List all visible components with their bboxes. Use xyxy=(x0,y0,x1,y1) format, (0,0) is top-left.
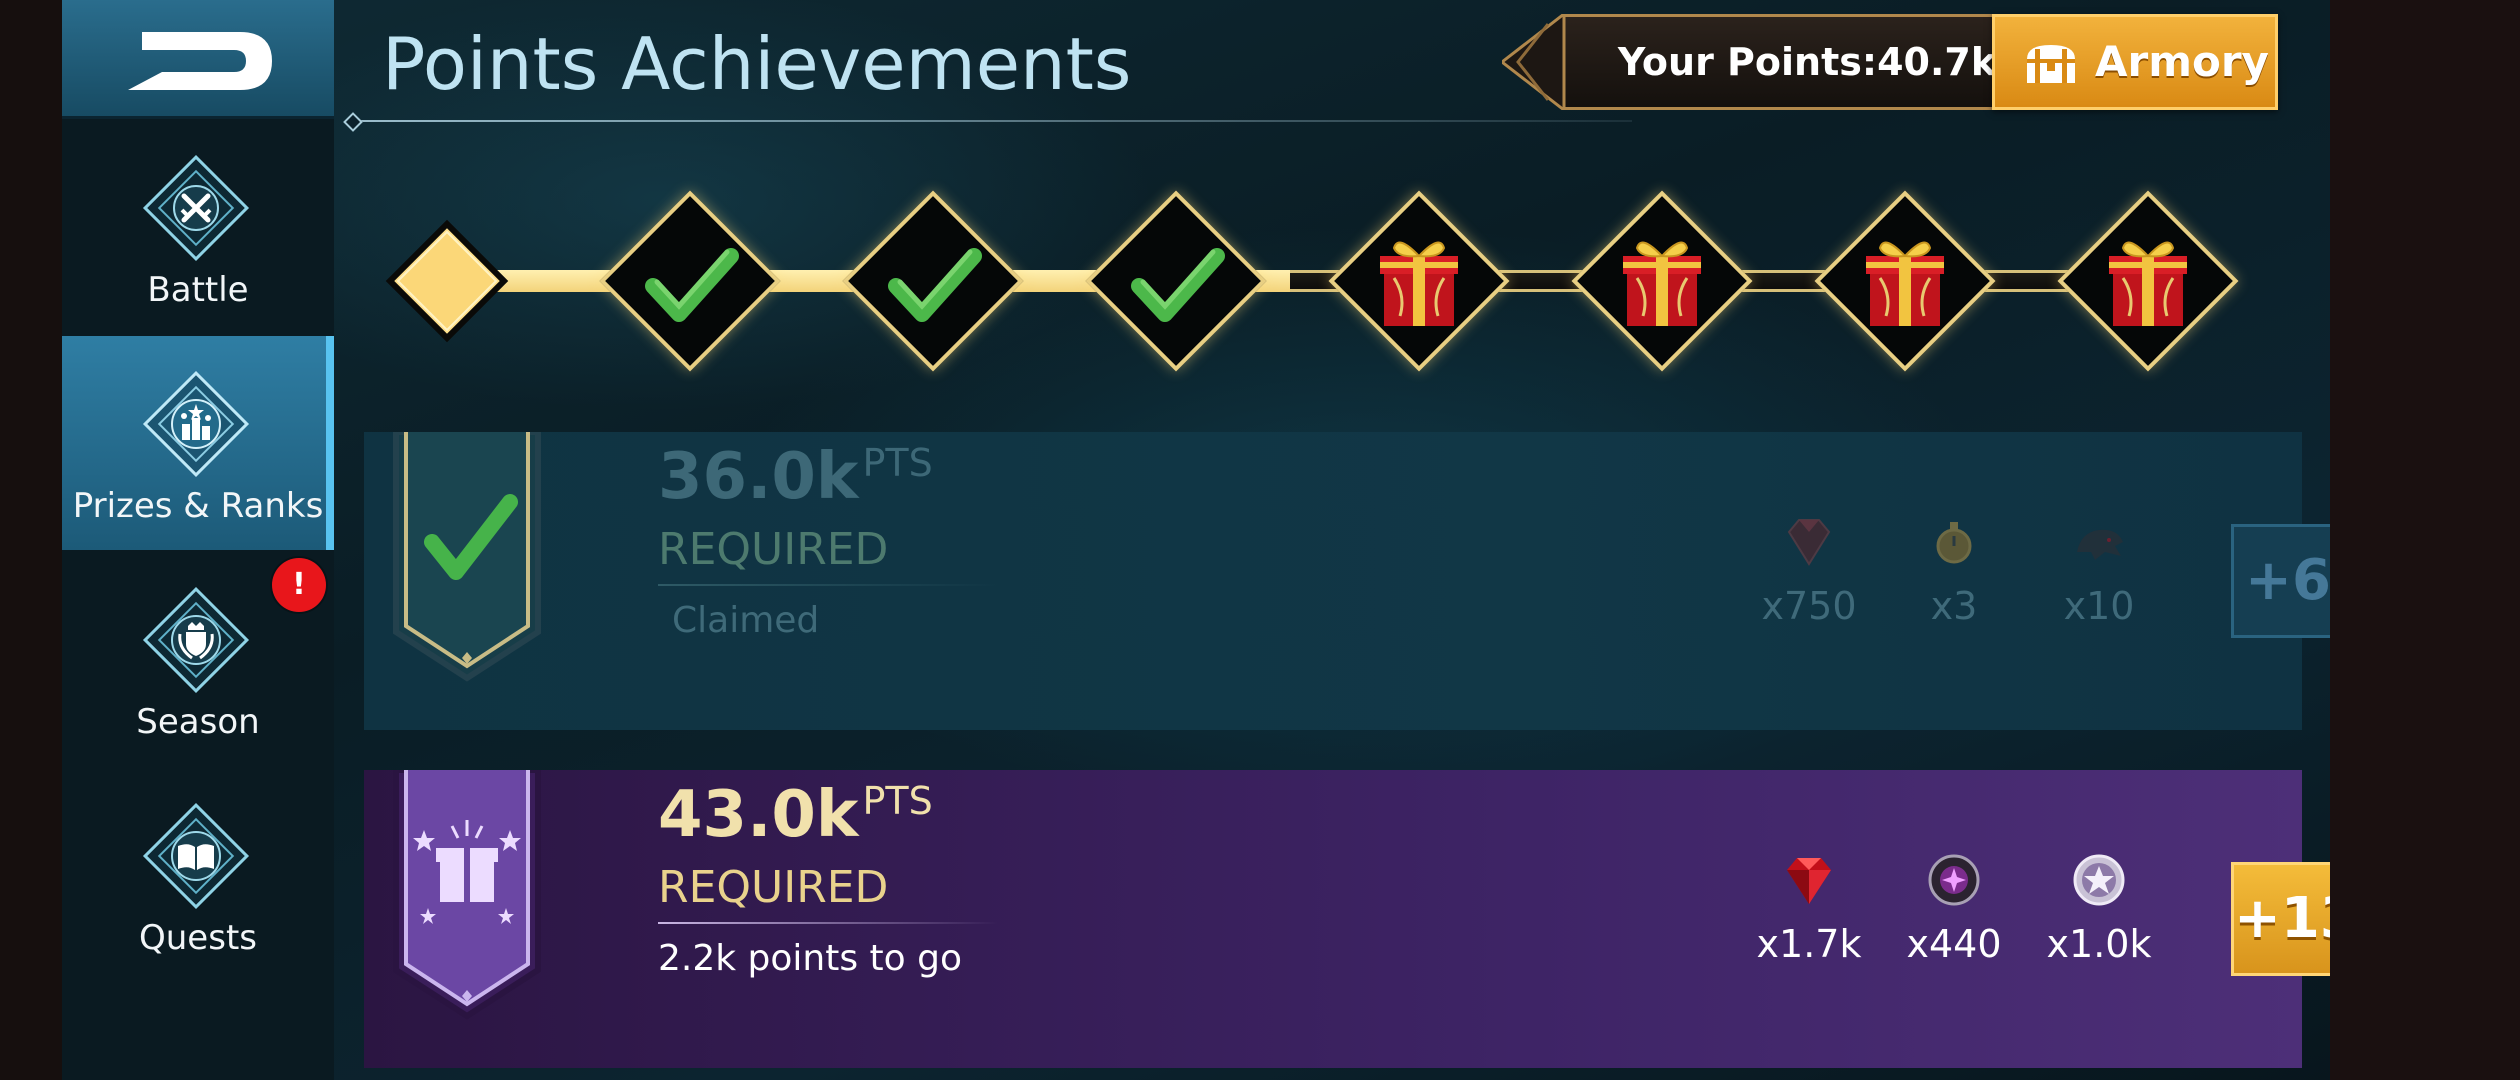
milestone-locked[interactable] xyxy=(1810,186,2000,376)
achievement-row-current[interactable]: 43.0k PTS REQUIRED 2.2k points to go x1.7… xyxy=(364,770,2330,1068)
stopwatch-icon xyxy=(1936,522,1972,564)
required-points: 43.0k PTS xyxy=(658,778,933,852)
milestone-current[interactable] xyxy=(352,186,542,376)
checkmark-icon xyxy=(838,186,1028,376)
more-rewards-button[interactable]: +13 xyxy=(2231,862,2330,976)
reward-quantity: x1.0k xyxy=(2046,922,2152,966)
reward-list: x1.7k x440 x1.0k xyxy=(1744,850,2244,1000)
sidebar-item-label: Quests xyxy=(139,918,257,958)
screen-edge xyxy=(2330,0,2520,1080)
reward-item[interactable]: x750 xyxy=(1744,512,1874,662)
gift-box-icon xyxy=(1810,186,2000,376)
reward-quantity: x1.7k xyxy=(1756,922,1862,966)
gift-box-icon xyxy=(2053,186,2243,376)
podium-icon xyxy=(142,370,250,478)
reward-quantity: x10 xyxy=(2063,584,2135,628)
book-icon xyxy=(142,802,250,910)
your-points-display: Your Points:40.7k xyxy=(1502,14,2052,110)
sidebar-item-label: Season xyxy=(136,702,260,742)
treasure-chest-icon xyxy=(2027,45,2075,83)
reward-quantity: x750 xyxy=(1761,584,1857,628)
red-gem-icon xyxy=(1787,519,1831,566)
achievement-row-claimed[interactable]: 36.0k PTS REQUIRED Claimed x750 x3 x10 +… xyxy=(364,432,2330,730)
required-label: REQUIRED xyxy=(658,524,889,575)
required-divider xyxy=(658,922,998,924)
page-title: Points Achievements xyxy=(382,22,1132,106)
gift-box-icon xyxy=(1567,186,1757,376)
sidebar-item-label: Prizes & Ranks xyxy=(72,486,324,526)
event-screen: Battle Prizes & Ranks Season ! Quests Po… xyxy=(62,0,2330,1080)
reward-item[interactable]: x10 xyxy=(2034,512,2164,662)
reward-item[interactable]: x3 xyxy=(1889,512,2019,662)
checkmark-icon xyxy=(1081,186,1271,376)
reward-item[interactable]: x1.7k xyxy=(1744,850,1874,1000)
back-arrow-icon xyxy=(128,32,272,90)
dark-creature-icon xyxy=(2077,529,2123,560)
reward-item[interactable]: x440 xyxy=(1889,850,2019,1000)
notification-badge: ! xyxy=(272,558,326,612)
milestone-claimed[interactable] xyxy=(838,186,1028,376)
required-divider xyxy=(658,584,998,586)
milestone-claimed[interactable] xyxy=(1081,186,1271,376)
your-points-label: Your Points:40.7k xyxy=(1617,40,1997,84)
sidebar: Battle Prizes & Ranks Season ! Quests xyxy=(62,0,334,1080)
purple-orb-icon xyxy=(1928,854,1980,906)
armory-label: Armory xyxy=(2095,37,2269,86)
back-button[interactable] xyxy=(62,0,334,119)
laurel-shield-icon xyxy=(142,586,250,694)
reward-quantity: x3 xyxy=(1930,584,1978,628)
reward-item[interactable]: x1.0k xyxy=(2034,850,2164,1000)
reward-quantity: x440 xyxy=(1906,922,2002,966)
milestone-locked[interactable] xyxy=(1567,186,1757,376)
checkmark-icon xyxy=(595,186,785,376)
points-to-go: 2.2k points to go xyxy=(658,938,963,979)
diamond-marker-icon xyxy=(352,186,542,376)
more-rewards-button[interactable]: +6 xyxy=(2231,524,2330,638)
armory-button[interactable]: Armory xyxy=(1992,14,2278,110)
claimed-banner-icon xyxy=(393,432,541,682)
gift-box-icon xyxy=(1324,186,1514,376)
reward-list: x750 x3 x10 xyxy=(1744,512,2244,662)
claim-status: Claimed xyxy=(672,600,820,641)
required-label: REQUIRED xyxy=(658,862,889,913)
required-points: 36.0k PTS xyxy=(658,440,933,514)
milestone-locked[interactable] xyxy=(1324,186,1514,376)
sidebar-item-quests[interactable]: Quests xyxy=(62,768,334,982)
milestone-locked[interactable] xyxy=(2053,186,2243,376)
reward-banner-icon xyxy=(393,770,541,1020)
milestone-claimed[interactable] xyxy=(595,186,785,376)
red-gem-icon xyxy=(1787,858,1831,904)
silver-star-coin-icon xyxy=(2073,854,2125,906)
title-divider xyxy=(352,120,1632,122)
milestone-track xyxy=(62,180,2330,380)
